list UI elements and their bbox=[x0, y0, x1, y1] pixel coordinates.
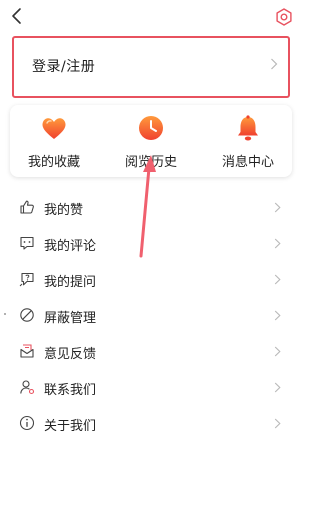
menu-item-label: 联系我们 bbox=[44, 383, 97, 398]
menu-item-my-likes[interactable]: 我的赞 bbox=[0, 190, 300, 226]
menu-item-my-comments[interactable]: 我的评论 bbox=[0, 226, 300, 262]
chevron-right-icon bbox=[274, 346, 281, 357]
menu-item-label: 我的提问 bbox=[44, 275, 97, 290]
chevron-right-icon bbox=[274, 310, 281, 321]
message-center-label: 消息中心 bbox=[221, 155, 274, 170]
message-center-button[interactable]: 消息中心 bbox=[208, 105, 288, 177]
info-icon bbox=[19, 415, 35, 431]
clock-icon bbox=[139, 116, 163, 140]
chevron-right-icon bbox=[271, 58, 278, 70]
stray-dot bbox=[4, 313, 6, 315]
menu-item-contact-us[interactable]: 联系我们 bbox=[0, 370, 300, 406]
feedback-mail-icon bbox=[20, 344, 34, 358]
chevron-right-icon bbox=[274, 238, 281, 249]
menu-list: 我的赞 我的评论 我的提问 屏蔽管理 意见反馈 联系我们 关于我们 bbox=[0, 190, 300, 442]
chevron-right-icon bbox=[274, 202, 281, 213]
thumbs-up-icon bbox=[20, 200, 34, 214]
question-chat-icon bbox=[19, 272, 34, 287]
comment-icon bbox=[20, 236, 34, 250]
chevron-left-icon[interactable] bbox=[8, 6, 26, 26]
bell-icon bbox=[238, 115, 258, 141]
menu-item-label: 意见反馈 bbox=[44, 347, 97, 362]
block-icon bbox=[20, 308, 34, 322]
login-register-label: 登录/注册 bbox=[32, 59, 96, 75]
menu-item-label: 我的评论 bbox=[44, 239, 97, 254]
favorites-label: 我的收藏 bbox=[27, 155, 80, 170]
heart-icon bbox=[42, 118, 66, 139]
login-register-button[interactable]: 登录/注册 bbox=[12, 36, 290, 98]
gear-icon[interactable] bbox=[274, 7, 294, 27]
favorites-button[interactable]: 我的收藏 bbox=[14, 105, 94, 177]
top-bar bbox=[0, 0, 300, 36]
chevron-right-icon bbox=[274, 382, 281, 393]
menu-item-block-management[interactable]: 屏蔽管理 bbox=[0, 298, 300, 334]
menu-item-about-us[interactable]: 关于我们 bbox=[0, 406, 300, 442]
menu-item-label: 我的赞 bbox=[44, 203, 84, 218]
menu-item-my-questions[interactable]: 我的提问 bbox=[0, 262, 300, 298]
contact-icon bbox=[20, 380, 35, 395]
menu-item-label: 关于我们 bbox=[44, 419, 97, 434]
reading-history-button[interactable]: 阅览历史 bbox=[111, 105, 191, 177]
menu-item-feedback[interactable]: 意见反馈 bbox=[0, 334, 300, 370]
quick-actions-card: 我的收藏 阅览历史 消息中心 bbox=[10, 105, 292, 177]
chevron-right-icon bbox=[274, 418, 281, 429]
reading-history-label: 阅览历史 bbox=[124, 155, 177, 170]
chevron-right-icon bbox=[274, 274, 281, 285]
menu-item-label: 屏蔽管理 bbox=[44, 311, 97, 326]
